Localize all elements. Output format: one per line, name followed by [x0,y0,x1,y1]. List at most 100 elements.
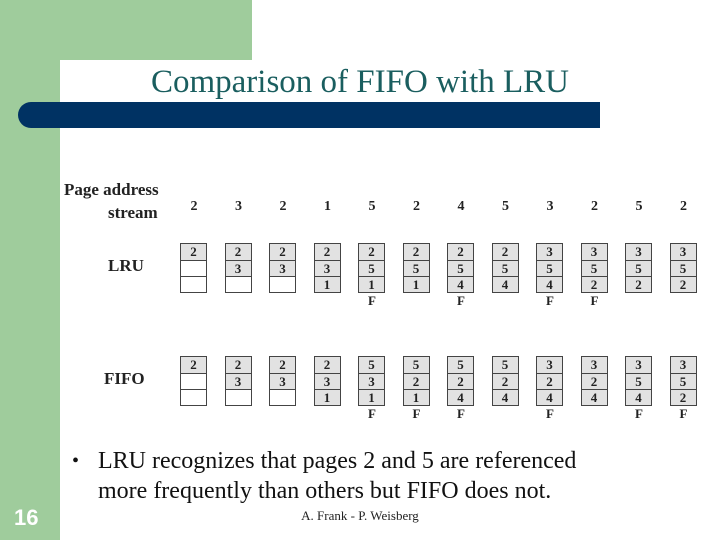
fifo-frame-cell: 5 [626,372,651,389]
lru-frame-cell: 4 [537,275,562,292]
fifo-frame-cell: 4 [581,388,607,405]
lru-frame-cell: 3 [626,244,651,260]
lru-frame-cell: 3 [670,244,696,260]
lru-frame-cell: 4 [492,275,518,292]
fifo-frame-cell: 1 [314,388,340,405]
fifo-frame-column: 521 [402,356,430,406]
lru-frame-cell: 2 [626,275,651,292]
fifo-frame-cell: 1 [403,388,429,405]
stream-page: 2 [413,199,420,214]
fifo-frame-cell: 3 [581,357,607,373]
fifo-frame-cell: 3 [359,372,384,389]
fifo-frame-cell: 3 [626,357,651,373]
lru-frame-cell: 1 [403,275,429,292]
lru-frame-cell: 5 [626,259,651,276]
lru-frame-cell [181,275,206,292]
left-accent-bar [0,0,60,540]
lru-frame-column: 2 [180,243,207,293]
lru-page-fault-marker: F [590,293,599,308]
fifo-frame-cell: 3 [270,372,295,389]
lru-frame-column: 251 [402,243,430,293]
stream-page: 3 [546,199,554,214]
lru-frame-cell [270,275,295,292]
fifo-frame-cell: 3 [670,357,696,373]
fifo-frame-cell: 3 [314,372,340,389]
fifo-page-fault-marker: F [368,406,376,421]
stream-page: 2 [190,199,198,214]
lru-frame-cell: 3 [581,244,607,260]
fifo-frame-cell: 4 [626,388,651,405]
fifo-frame-cell: 2 [492,372,518,389]
stream-page: 2 [591,199,598,214]
lru-frame-cell [225,275,251,292]
lru-frame-column: 254 [491,243,519,293]
bullet-line-1: LRU recognizes that pages 2 and 5 are re… [98,448,577,474]
lru-label: LRU [108,256,144,275]
bullet-symbol: • [72,450,80,472]
lru-frame-cell: 2 [314,244,340,260]
lru-frame-cell: 5 [492,259,518,276]
lru-frame-cell: 2 [359,244,384,260]
lru-frame-cell: 4 [448,275,473,292]
lru-frame-cell: 2 [492,244,518,260]
fifo-frame-cell: 5 [403,357,429,373]
fifo-frame-cell: 2 [181,357,206,373]
lru-frame-column: 352 [625,243,652,293]
lru-frame-column: 231 [313,243,341,293]
stream-page: 1 [324,199,331,214]
slide-number: 16 [14,505,39,530]
top-accent-block [0,0,252,60]
lru-frame-column: 352 [580,243,608,293]
lru-frame-cell: 5 [359,259,384,276]
stream-label-line1: Page address [64,180,159,199]
lru-frame-cell: 3 [270,259,295,276]
fifo-frame-cell: 5 [359,357,384,373]
fifo-frame-column: 23 [224,356,252,406]
fifo-page-fault-marker: F [412,406,421,421]
lru-frame-cell: 5 [581,259,607,276]
slide-title: Comparison of FIFO with LRU [150,64,569,100]
lru-frame-cell: 2 [448,244,473,260]
lru-frame-cell: 2 [403,244,429,260]
lru-frame-cell: 2 [181,244,206,260]
lru-frame-column: 23 [224,243,252,293]
fifo-frame-cell: 3 [537,357,562,373]
fifo-frame-cell: 1 [359,388,384,405]
lru-frame-cell: 1 [359,275,384,292]
fifo-page-fault-marker: F [679,406,688,421]
fifo-frame-cell: 2 [537,372,562,389]
title-underline-bar [18,102,600,128]
fifo-frame-cell: 2 [225,357,251,373]
fifo-frame-column: 352 [669,356,697,406]
lru-frame-cell: 2 [581,275,607,292]
stream-page: 5 [368,199,376,214]
fifo-frame-column: 531 [358,356,385,406]
fifo-frame-cell [181,372,206,389]
fifo-frame-column: 324 [580,356,608,406]
lru-page-fault-marker: F [457,293,465,308]
footer-author: A. Frank - P. Weisberg [301,508,419,523]
stream-page: 4 [457,199,465,214]
bullet-text: LRU recognizes that pages 2 and 5 are re… [98,446,698,506]
fifo-frame-cell: 5 [448,357,473,373]
fifo-frame-cell: 2 [448,372,473,389]
stream-page: 2 [279,199,287,214]
lru-frame-cell: 5 [670,259,696,276]
fifo-frame-cell: 4 [537,388,562,405]
lru-frame-cell: 3 [537,244,562,260]
fifo-frame-cell: 2 [581,372,607,389]
fifo-frame-cell: 4 [448,388,473,405]
stream-label-line2: stream [108,203,158,222]
lru-page-fault-marker: F [546,293,554,308]
lru-frame-cell: 2 [270,244,295,260]
lru-page-fault-marker: F [368,293,376,308]
lru-frame-cell: 3 [314,259,340,276]
lru-frame-cell: 5 [448,259,473,276]
stream-page: 5 [502,199,509,214]
fifo-frame-column: 2 [180,356,207,406]
fifo-frame-cell: 2 [270,357,295,373]
lru-frame-column: 254 [447,243,474,293]
lru-frame-column: 251 [358,243,385,293]
fifo-frame-column: 231 [313,356,341,406]
fifo-frame-cell: 3 [225,372,251,389]
